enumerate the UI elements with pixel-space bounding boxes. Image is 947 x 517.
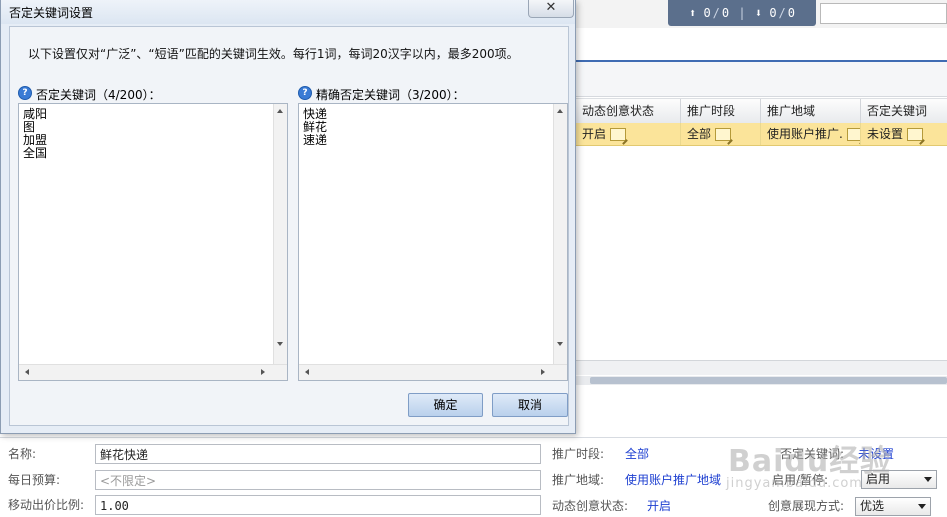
mobile-bid-field[interactable]: 1.00 [95, 495, 541, 515]
dynamic-creative-link[interactable]: 开启 [647, 496, 671, 516]
tab-strip [576, 29, 947, 59]
display-mode-label: 创意展现方式: [768, 499, 845, 513]
arrow-down-icon: ⬇ [754, 6, 763, 20]
name-field[interactable]: 鲜花快递 [95, 444, 541, 464]
edit-icon[interactable] [715, 128, 732, 141]
column-header-dynamic-creative[interactable]: 动态创意状态 [576, 99, 666, 123]
down-count: 0 [769, 6, 777, 20]
budget-label: 每日预算: [8, 473, 61, 487]
vertical-scrollbar[interactable] [553, 104, 567, 366]
scroll-left-icon[interactable] [25, 369, 29, 375]
cell-value: 未设置 [867, 127, 904, 141]
dynamic-creative-label: 动态创意状态: [552, 499, 629, 513]
name-label: 名称: [8, 447, 37, 461]
up-count: 0 [703, 6, 711, 20]
scroll-right-icon[interactable] [261, 369, 265, 375]
region-link[interactable]: 使用账户推广地域 [625, 470, 721, 490]
schedule-label: 推广时段: [552, 447, 605, 461]
list-item: 速递 [303, 133, 328, 147]
watermark-url: jingyan.baidu.com [726, 476, 863, 491]
cell-value: 使用账户推广. [767, 127, 843, 141]
scroll-up-icon[interactable] [277, 109, 283, 113]
column-header-region[interactable]: 推广地域 [760, 99, 859, 123]
horizontal-scrollbar[interactable] [299, 364, 567, 380]
display-mode-select-value: 优选 [860, 499, 885, 513]
exact-negative-keywords-lines: 快递 鲜花 速递 [303, 108, 327, 147]
scroll-up-icon[interactable] [557, 109, 563, 113]
scroll-down-icon[interactable] [277, 342, 283, 346]
exact-negative-keywords-textarea[interactable]: 快递 鲜花 速递 [298, 103, 568, 381]
mobile-bid-label: 移动出价比例: [8, 498, 85, 512]
help-icon[interactable]: ? [298, 86, 312, 100]
edit-icon[interactable] [846, 128, 861, 141]
scroll-left-icon[interactable] [305, 369, 309, 375]
scroll-right-icon[interactable] [541, 369, 545, 375]
cell-dynamic-creative[interactable]: 开启 [576, 123, 680, 145]
budget-field[interactable]: <不限定> [95, 470, 541, 490]
table-row[interactable]: 开启 全部 使用账户推广. 未设置 [576, 123, 947, 146]
exact-negative-keywords-list-label: 精确否定关键词（3/200）： [316, 88, 465, 102]
negative-keywords-textarea[interactable]: 咸阳 图 加盟 全国 [18, 103, 288, 381]
cell-value: 开启 [582, 127, 607, 141]
display-mode-select[interactable]: 优选 [855, 497, 931, 516]
help-icon[interactable]: ? [18, 86, 32, 100]
close-button[interactable]: ✕ [528, 0, 574, 18]
edit-icon[interactable] [610, 128, 627, 141]
dialog-instruction: 以下设置仅对“广泛”、“短语”匹配的关键词生效。每行1词，每词20汉字以内，最多… [28, 47, 519, 61]
cell-negative-keywords[interactable]: 未设置 [860, 123, 947, 145]
edit-icon[interactable] [907, 128, 924, 141]
dialog-title: 否定关键词设置 [9, 6, 94, 20]
horizontal-scrollbar[interactable] [19, 364, 287, 380]
schedule-link[interactable]: 全部 [625, 444, 649, 464]
upload-download-stats: ⬆ 0/0 | ⬇ 0/0 [668, 0, 816, 26]
cancel-button[interactable]: 取消 [492, 393, 568, 417]
grid-body [576, 146, 947, 360]
up-total: 0 [721, 6, 730, 20]
arrow-up-icon: ⬆ [688, 6, 697, 20]
chevron-down-icon [924, 477, 932, 482]
dialog-titlebar[interactable]: 否定关键词设置 [1, 0, 575, 24]
list-item: 全国 [23, 146, 48, 160]
close-icon: ✕ [545, 0, 557, 15]
grid-toolbar [576, 62, 947, 97]
grid-header: 动态创意状态 推广时段 推广地域 否定关键词 [576, 98, 947, 124]
grid-horizontal-scrollbar[interactable] [576, 376, 947, 385]
cell-schedule[interactable]: 全部 [680, 123, 761, 145]
chevron-down-icon [918, 504, 926, 509]
column-header-negative-keywords[interactable]: 否定关键词 [860, 99, 947, 123]
search-input[interactable] [820, 3, 947, 24]
negative-keywords-lines: 咸阳 图 加盟 全国 [23, 108, 47, 160]
scroll-down-icon[interactable] [557, 342, 563, 346]
cell-region[interactable]: 使用账户推广. [760, 123, 861, 145]
down-total: 0 [787, 6, 796, 20]
region-label: 推广地域: [552, 473, 605, 487]
vertical-scrollbar[interactable] [273, 104, 287, 366]
negative-keywords-list-label: 否定关键词（4/200）： [36, 88, 161, 102]
ok-button[interactable]: 确定 [408, 393, 483, 417]
watermark: Baidu经验 [728, 444, 892, 479]
grid-footer [576, 360, 947, 375]
cell-value: 全部 [687, 127, 712, 141]
scrollbar-thumb[interactable] [590, 377, 947, 384]
column-header-schedule[interactable]: 推广时段 [680, 99, 759, 123]
